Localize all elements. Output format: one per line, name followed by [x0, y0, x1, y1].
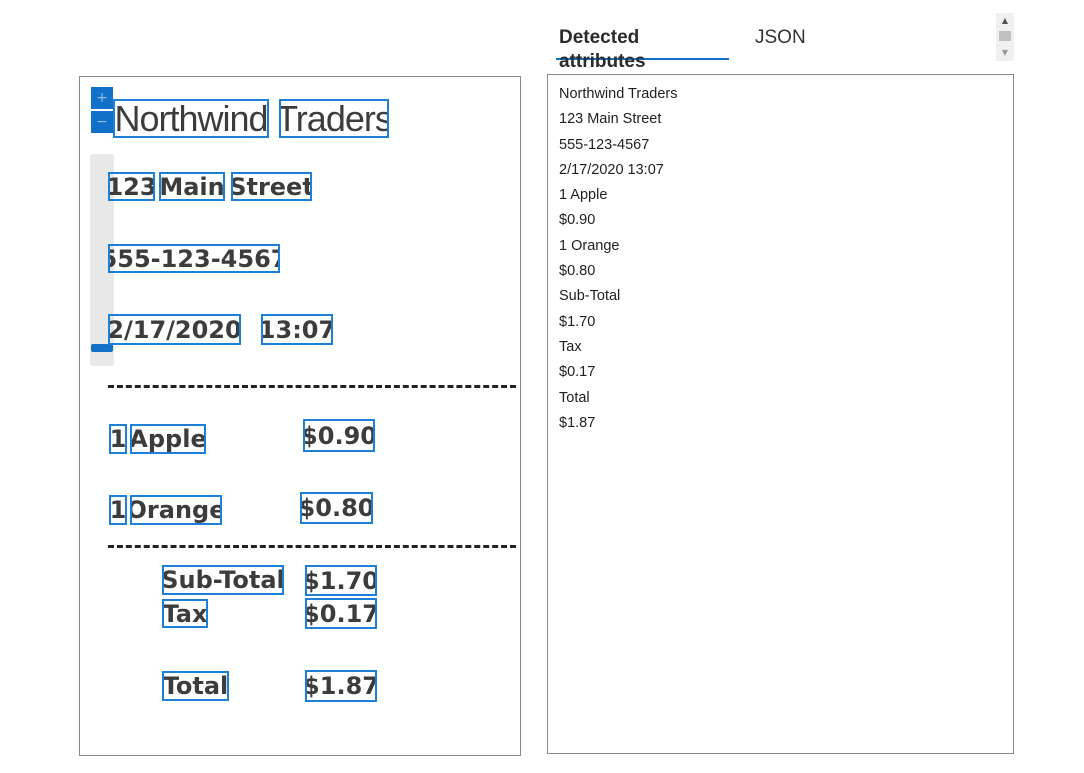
- ocr-word-box[interactable]: Traders: [279, 99, 389, 138]
- ocr-word-box[interactable]: 123: [108, 172, 155, 201]
- ocr-word-box[interactable]: 1: [109, 495, 127, 525]
- panel-scrollbar[interactable]: ▲ ▼: [996, 13, 1014, 61]
- ocr-word-box[interactable]: $1.87: [305, 670, 377, 702]
- ocr-word-box[interactable]: $0.90: [303, 419, 375, 452]
- ocr-word-box[interactable]: Sub-Total: [162, 565, 284, 595]
- ocr-word-box[interactable]: 555-123-4567: [108, 244, 280, 273]
- scroll-up-arrow-icon[interactable]: ▲: [996, 15, 1014, 27]
- list-item: Sub-Total: [559, 288, 621, 305]
- scroll-down-arrow-icon[interactable]: ▼: [996, 47, 1014, 59]
- ocr-word-box[interactable]: 1: [109, 424, 127, 454]
- list-item: Tax: [559, 338, 582, 355]
- list-item: $1.70: [559, 313, 596, 330]
- list-item: $0.90: [559, 212, 596, 229]
- list-item: $1.87: [559, 414, 596, 431]
- ocr-word-box[interactable]: $0.17: [305, 598, 377, 629]
- list-item: $0.17: [559, 364, 596, 381]
- receipt-image-viewer: + − Northwind Traders 123 Main Street 55…: [79, 76, 521, 756]
- ocr-word-box[interactable]: Northwind: [113, 99, 269, 138]
- zoom-out-button[interactable]: −: [91, 111, 113, 133]
- ocr-word-box[interactable]: Tax: [162, 599, 208, 628]
- ocr-word-box[interactable]: $0.80: [300, 492, 373, 524]
- scrollbar-thumb[interactable]: [999, 31, 1011, 41]
- receipt-divider: [108, 385, 516, 388]
- list-item: 2/17/2020 13:07: [559, 161, 664, 178]
- detected-attributes-list: Northwind Traders 123 Main Street 555-12…: [548, 75, 1013, 438]
- tab-json[interactable]: JSON: [755, 26, 806, 60]
- detected-attributes-panel: Northwind Traders 123 Main Street 555-12…: [547, 74, 1014, 754]
- zoom-in-button[interactable]: +: [91, 87, 113, 109]
- ocr-word-box[interactable]: Apple: [130, 424, 206, 454]
- list-item: 1 Orange: [559, 237, 620, 254]
- ocr-word-box[interactable]: Street: [231, 172, 312, 201]
- list-item: 123 Main Street: [559, 111, 662, 128]
- ocr-word-box[interactable]: Main: [159, 172, 225, 201]
- ocr-word-box[interactable]: Orange: [130, 495, 222, 525]
- zoom-slider-handle[interactable]: [91, 344, 113, 352]
- list-item: $0.80: [559, 263, 596, 280]
- ocr-word-box[interactable]: 2/17/2020: [108, 314, 241, 345]
- receipt-divider: [108, 545, 516, 548]
- list-item: 1 Apple: [559, 187, 608, 204]
- ocr-word-box[interactable]: $1.70: [305, 565, 377, 596]
- list-item: Northwind Traders: [559, 86, 678, 102]
- tab-detected-attributes[interactable]: Detected attributes: [556, 26, 729, 72]
- list-item: Total: [559, 389, 590, 406]
- list-item: 555-123-4567: [559, 136, 650, 153]
- ocr-word-box[interactable]: Total: [162, 671, 229, 701]
- ocr-word-box[interactable]: 13:07: [261, 314, 333, 345]
